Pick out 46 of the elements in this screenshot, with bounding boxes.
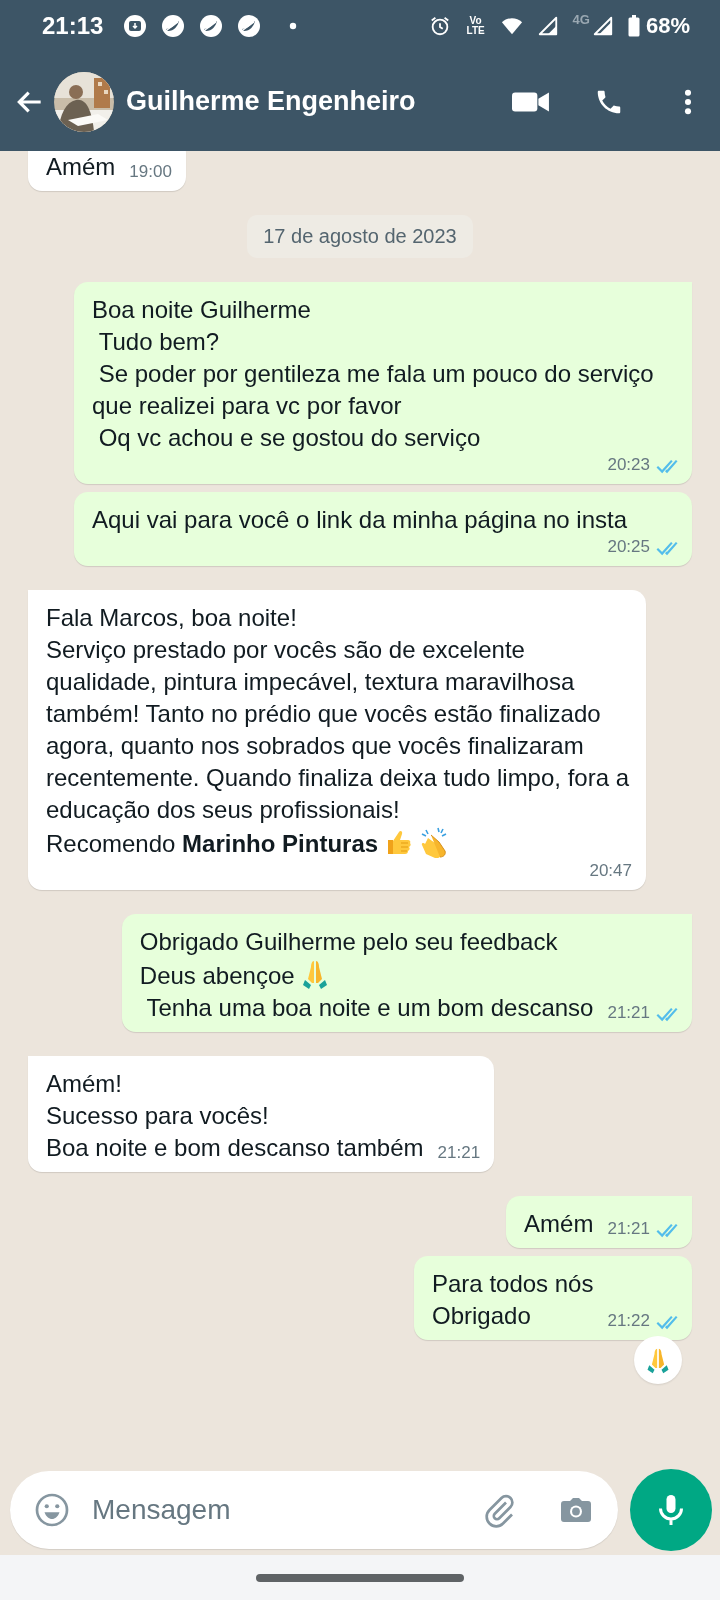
message-text: Boa noite e bom descanso também (46, 1134, 424, 1161)
message-text: Amém (524, 1210, 594, 1237)
message-text: Amém (46, 153, 116, 180)
message-text: Recomendo Marinho Pinturas (46, 830, 379, 857)
battery-percent: 68% (645, 13, 690, 39)
message-text: Amém! (46, 1070, 122, 1097)
contact-name[interactable]: Guilherme Engenheiro (126, 86, 468, 117)
message-time: 21:21 (437, 1143, 481, 1163)
message-text: Oq vc achou e se gostou do serviço (97, 424, 481, 451)
notification-icon (237, 14, 262, 38)
date-label: 17 de agosto de 2023 (247, 215, 473, 258)
message-time: 20:47 (589, 861, 632, 881)
notification-icon (199, 14, 224, 38)
message-text: Tenha uma boa noite e um bom descanso (145, 994, 594, 1021)
signal-icon (591, 15, 614, 37)
message-text: Serviço prestado por vocês são de excelente qualidade, pintura impecável, textura maravilhosa também! Tanto no prédio que vocês estão finalizado agora, quanto nos sobrados que vocês finalizaram recentemente. Quando finaliza deixa tudo limpo, fora a educação dos seus profissionais! (46, 636, 631, 823)
volte-label: Vo LTE (465, 16, 486, 36)
notification-icon (123, 14, 148, 38)
message-time: 19:00 (129, 162, 172, 182)
input-bar[interactable]: Mensagem (10, 1471, 618, 1549)
battery-icon (627, 15, 640, 37)
message-time: 20:23 (607, 455, 650, 475)
message-time: 21:21 (607, 1003, 650, 1023)
message-time: 21:21 (607, 1219, 650, 1239)
message-text: Para todos nós (432, 1270, 594, 1297)
message-text: Obrigado Guilherme pelo seu feedback (139, 928, 558, 955)
message-text: Aqui vai para você o link da minha página no insta (92, 506, 627, 533)
signal-icon (536, 15, 559, 37)
message-field[interactable]: Mensagem (90, 1493, 482, 1527)
more-options-icon[interactable] (684, 87, 692, 116)
message-text: Obrigado (432, 1302, 531, 1329)
emoji-icon[interactable] (34, 1492, 70, 1528)
notification-icon (161, 14, 186, 38)
wifi-icon (500, 15, 523, 37)
message-text: Sucesso para vocês! (46, 1102, 269, 1129)
dot-icon (289, 22, 298, 30)
message-text: Fala Marcos, boa noite! (46, 604, 297, 631)
message-time: 21:22 (607, 1311, 650, 1331)
clock-time: 21:13 (42, 12, 104, 40)
message-text: Se poder por gentileza me fala um pouco do serviço que realizei para vc por favor (92, 360, 655, 419)
message-time: 20:25 (607, 537, 650, 557)
message-text: Boa noite Guilherme (92, 296, 311, 323)
message-text: Tudo bem? (97, 328, 220, 355)
home-indicator[interactable] (256, 1573, 464, 1582)
network-type: 4G (572, 12, 590, 27)
message-text: Deus abençoe (139, 962, 295, 989)
